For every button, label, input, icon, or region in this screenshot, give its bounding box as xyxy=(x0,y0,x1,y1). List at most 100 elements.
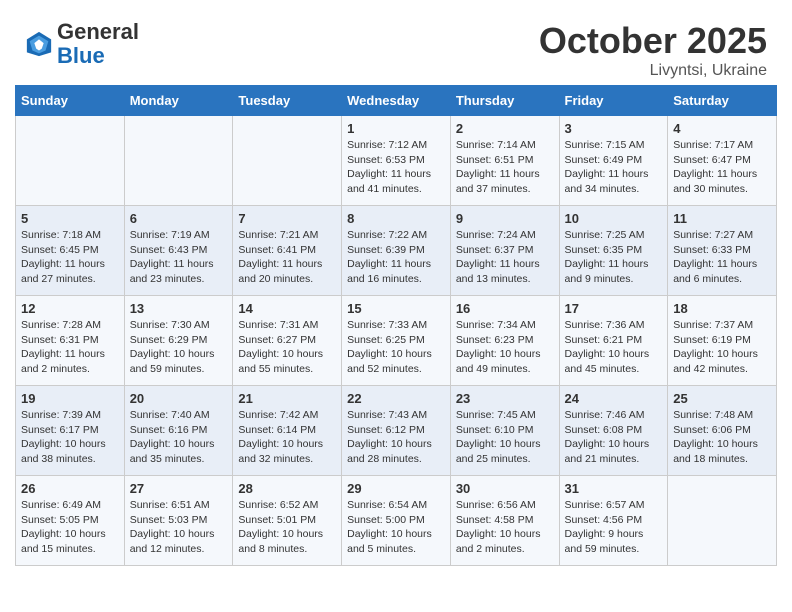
day-info: Sunrise: 6:49 AM Sunset: 5:05 PM Dayligh… xyxy=(21,498,119,557)
day-number: 22 xyxy=(347,391,445,406)
day-info: Sunrise: 7:25 AM Sunset: 6:35 PM Dayligh… xyxy=(565,228,663,287)
calendar-cell xyxy=(16,116,125,206)
calendar-cell: 18Sunrise: 7:37 AM Sunset: 6:19 PM Dayli… xyxy=(668,296,777,386)
calendar-cell: 27Sunrise: 6:51 AM Sunset: 5:03 PM Dayli… xyxy=(124,476,233,566)
day-info: Sunrise: 7:42 AM Sunset: 6:14 PM Dayligh… xyxy=(238,408,336,467)
day-number: 31 xyxy=(565,481,663,496)
day-info: Sunrise: 7:40 AM Sunset: 6:16 PM Dayligh… xyxy=(130,408,228,467)
calendar-cell: 23 Sunrise: 7:45 AM Sunset: 6:10 PM Dayli… xyxy=(450,386,559,476)
calendar-week-row: 1 Sunrise: 7:12 AM Sunset: 6:53 PM Daylig… xyxy=(16,116,777,206)
weekday-header-sunday: Sunday xyxy=(16,86,125,116)
month-title: October 2025 xyxy=(539,20,767,62)
day-info: Sunrise: 7:39 AM Sunset: 6:17 PM Dayligh… xyxy=(21,408,119,467)
day-info: Sunrise: 7:46 AM Sunset: 6:08 PM Dayligh… xyxy=(565,408,663,467)
day-info: Sunrise: 7:21 AM Sunset: 6:41 PM Dayligh… xyxy=(238,228,336,287)
day-number: 20 xyxy=(130,391,228,406)
calendar-cell: 1 Sunrise: 7:12 AM Sunset: 6:53 PM Daylig… xyxy=(342,116,451,206)
day-number: 19 xyxy=(21,391,119,406)
day-number: 8 xyxy=(347,211,445,226)
calendar-cell: 6Sunrise: 7:19 AM Sunset: 6:43 PM Daylig… xyxy=(124,206,233,296)
day-number: 3 xyxy=(565,121,663,136)
day-number: 21 xyxy=(238,391,336,406)
calendar-cell: 31 Sunrise: 6:57 AM Sunset: 4:56 PM Dayli… xyxy=(559,476,668,566)
weekday-header-saturday: Saturday xyxy=(668,86,777,116)
day-info: Sunrise: 7:43 AM Sunset: 6:12 PM Dayligh… xyxy=(347,408,445,467)
day-number: 24 xyxy=(565,391,663,406)
calendar-cell: 29 Sunrise: 6:54 AM Sunset: 5:00 PM Dayli… xyxy=(342,476,451,566)
weekday-header-monday: Monday xyxy=(124,86,233,116)
calendar-week-row: 19 Sunrise: 7:39 AM Sunset: 6:17 PM Dayli… xyxy=(16,386,777,476)
calendar-cell: 3 Sunrise: 7:15 AM Sunset: 6:49 PM Daylig… xyxy=(559,116,668,206)
calendar-cell: 12 Sunrise: 7:28 AM Sunset: 6:31 PM Dayli… xyxy=(16,296,125,386)
calendar-week-row: 5 Sunrise: 7:18 AM Sunset: 6:45 PM Daylig… xyxy=(16,206,777,296)
day-number: 27 xyxy=(130,481,228,496)
day-number: 13 xyxy=(130,301,228,316)
calendar-cell: 10 Sunrise: 7:25 AM Sunset: 6:35 PM Dayli… xyxy=(559,206,668,296)
calendar-cell: 7 Sunrise: 7:21 AM Sunset: 6:41 PM Daylig… xyxy=(233,206,342,296)
day-info: Sunrise: 7:22 AM Sunset: 6:39 PM Dayligh… xyxy=(347,228,445,287)
day-info: Sunrise: 7:12 AM Sunset: 6:53 PM Dayligh… xyxy=(347,138,445,197)
weekday-header-tuesday: Tuesday xyxy=(233,86,342,116)
day-info: Sunrise: 7:34 AM Sunset: 6:23 PM Dayligh… xyxy=(456,318,554,377)
day-info: Sunrise: 7:18 AM Sunset: 6:45 PM Dayligh… xyxy=(21,228,119,287)
day-number: 12 xyxy=(21,301,119,316)
day-info: Sunrise: 6:57 AM Sunset: 4:56 PM Dayligh… xyxy=(565,498,663,557)
page-header: General Blue October 2025 Livyntsi, Ukra… xyxy=(10,10,782,85)
day-info: Sunrise: 7:19 AM Sunset: 6:43 PM Dayligh… xyxy=(130,228,228,287)
calendar-cell: 8 Sunrise: 7:22 AM Sunset: 6:39 PM Daylig… xyxy=(342,206,451,296)
logo-icon xyxy=(25,30,53,58)
day-number: 9 xyxy=(456,211,554,226)
calendar-cell: 16 Sunrise: 7:34 AM Sunset: 6:23 PM Dayli… xyxy=(450,296,559,386)
title-block: October 2025 Livyntsi, Ukraine xyxy=(539,20,767,80)
day-info: Sunrise: 7:33 AM Sunset: 6:25 PM Dayligh… xyxy=(347,318,445,377)
logo-blue-text: Blue xyxy=(57,43,105,68)
day-info: Sunrise: 7:28 AM Sunset: 6:31 PM Dayligh… xyxy=(21,318,119,377)
calendar-cell: 17 Sunrise: 7:36 AM Sunset: 6:21 PM Dayli… xyxy=(559,296,668,386)
day-info: Sunrise: 7:17 AM Sunset: 6:47 PM Dayligh… xyxy=(673,138,771,197)
weekday-header-thursday: Thursday xyxy=(450,86,559,116)
day-number: 11 xyxy=(673,211,771,226)
logo: General Blue xyxy=(25,20,139,68)
day-number: 16 xyxy=(456,301,554,316)
day-number: 5 xyxy=(21,211,119,226)
calendar-cell: 30 Sunrise: 6:56 AM Sunset: 4:58 PM Dayli… xyxy=(450,476,559,566)
day-info: Sunrise: 7:15 AM Sunset: 6:49 PM Dayligh… xyxy=(565,138,663,197)
day-info: Sunrise: 6:52 AM Sunset: 5:01 PM Dayligh… xyxy=(238,498,336,557)
day-number: 17 xyxy=(565,301,663,316)
day-number: 15 xyxy=(347,301,445,316)
calendar-cell: 14 Sunrise: 7:31 AM Sunset: 6:27 PM Dayli… xyxy=(233,296,342,386)
calendar-table: SundayMondayTuesdayWednesdayThursdayFrid… xyxy=(15,85,777,566)
calendar-cell xyxy=(233,116,342,206)
day-number: 29 xyxy=(347,481,445,496)
calendar-cell: 13 Sunrise: 7:30 AM Sunset: 6:29 PM Dayli… xyxy=(124,296,233,386)
calendar-cell: 15 Sunrise: 7:33 AM Sunset: 6:25 PM Dayli… xyxy=(342,296,451,386)
day-number: 14 xyxy=(238,301,336,316)
day-info: Sunrise: 7:48 AM Sunset: 6:06 PM Dayligh… xyxy=(673,408,771,467)
weekday-header-friday: Friday xyxy=(559,86,668,116)
calendar-cell: 9Sunrise: 7:24 AM Sunset: 6:37 PM Daylig… xyxy=(450,206,559,296)
calendar-cell: 5 Sunrise: 7:18 AM Sunset: 6:45 PM Daylig… xyxy=(16,206,125,296)
calendar-cell: 11 Sunrise: 7:27 AM Sunset: 6:33 PM Dayli… xyxy=(668,206,777,296)
day-number: 1 xyxy=(347,121,445,136)
calendar-cell: 22 Sunrise: 7:43 AM Sunset: 6:12 PM Dayli… xyxy=(342,386,451,476)
day-number: 30 xyxy=(456,481,554,496)
day-number: 7 xyxy=(238,211,336,226)
calendar-cell: 25Sunrise: 7:48 AM Sunset: 6:06 PM Dayli… xyxy=(668,386,777,476)
day-info: Sunrise: 6:56 AM Sunset: 4:58 PM Dayligh… xyxy=(456,498,554,557)
day-info: Sunrise: 7:37 AM Sunset: 6:19 PM Dayligh… xyxy=(673,318,771,377)
calendar-cell: 4Sunrise: 7:17 AM Sunset: 6:47 PM Daylig… xyxy=(668,116,777,206)
day-info: Sunrise: 7:45 AM Sunset: 6:10 PM Dayligh… xyxy=(456,408,554,467)
location: Livyntsi, Ukraine xyxy=(539,62,767,80)
day-info: Sunrise: 7:30 AM Sunset: 6:29 PM Dayligh… xyxy=(130,318,228,377)
day-number: 23 xyxy=(456,391,554,406)
day-info: Sunrise: 7:36 AM Sunset: 6:21 PM Dayligh… xyxy=(565,318,663,377)
day-number: 10 xyxy=(565,211,663,226)
day-info: Sunrise: 7:27 AM Sunset: 6:33 PM Dayligh… xyxy=(673,228,771,287)
day-info: Sunrise: 6:54 AM Sunset: 5:00 PM Dayligh… xyxy=(347,498,445,557)
day-number: 28 xyxy=(238,481,336,496)
calendar-week-row: 26Sunrise: 6:49 AM Sunset: 5:05 PM Dayli… xyxy=(16,476,777,566)
logo-general-text: General xyxy=(57,19,139,44)
day-info: Sunrise: 7:31 AM Sunset: 6:27 PM Dayligh… xyxy=(238,318,336,377)
calendar-cell: 24 Sunrise: 7:46 AM Sunset: 6:08 PM Dayli… xyxy=(559,386,668,476)
day-info: Sunrise: 7:14 AM Sunset: 6:51 PM Dayligh… xyxy=(456,138,554,197)
